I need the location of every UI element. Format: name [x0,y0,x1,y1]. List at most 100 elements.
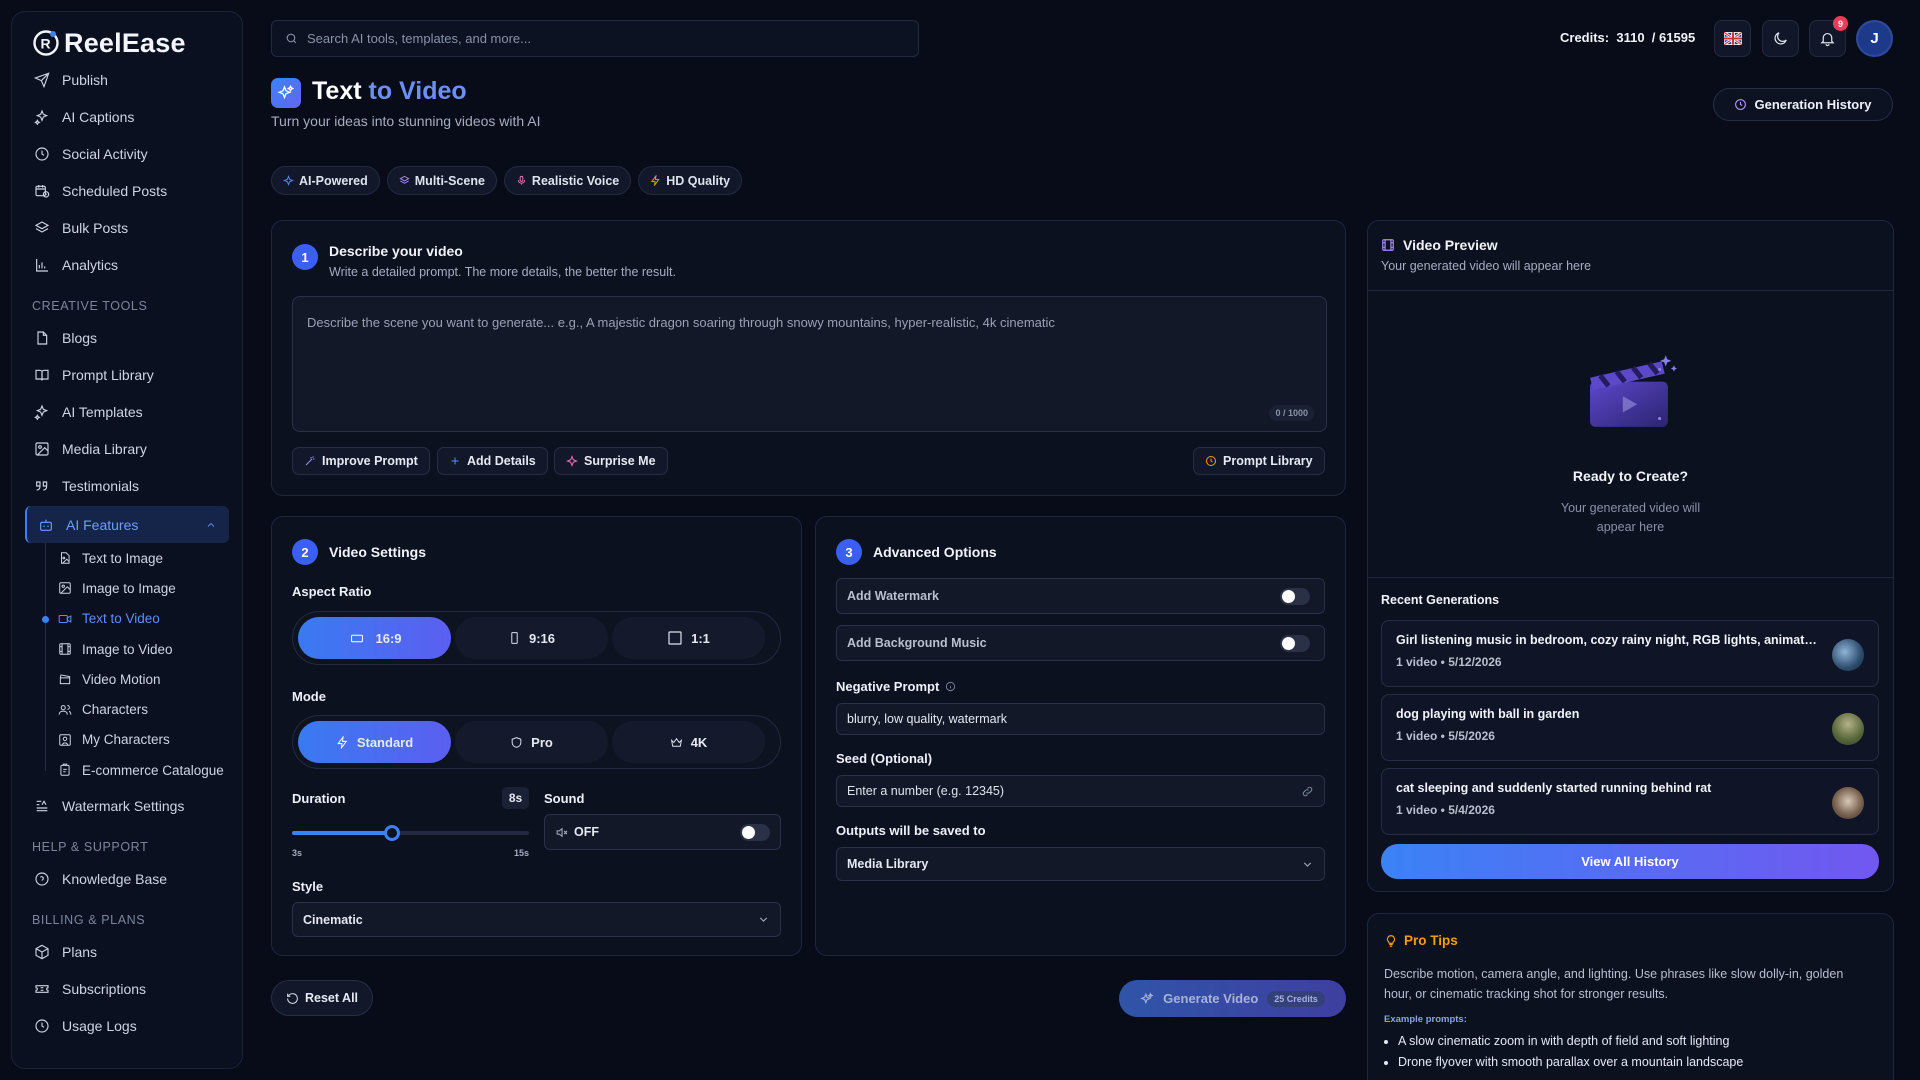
prompt-placeholder: Describe the scene you want to generate.… [307,315,1055,330]
nav-scheduled-posts[interactable]: Scheduled Posts [12,172,242,209]
notifications-button[interactable]: 9 [1809,16,1848,57]
style-select[interactable]: Cinematic [292,902,781,937]
pro-tips-card: Pro Tips Describe motion, camera angle, … [1367,913,1894,1080]
nav-publish[interactable]: Publish [12,61,242,98]
aspect-16-9-option[interactable]: 16:9 [298,617,451,659]
nav-label: Blogs [62,329,98,346]
aspect-1-1-option[interactable]: 1:1 [612,617,765,659]
tag-label: HD Quality [666,173,731,188]
nav-label: Characters [82,702,149,718]
prompt-textarea[interactable]: Describe the scene you want to generate.… [292,296,1327,432]
duration-slider-thumb[interactable] [383,825,400,841]
sound-label: Sound [544,791,585,806]
nav-label: Knowledge Base [62,870,168,887]
nav-image-to-image[interactable]: Image to Image [36,573,242,603]
surprise-me-button[interactable]: Surprise Me [554,447,668,475]
credits-total: / 61595 [1651,30,1696,45]
add-details-button[interactable]: Add Details [437,447,548,475]
nav-ai-captions[interactable]: AI Captions [12,98,242,135]
tag-realistic-voice: Realistic Voice [503,166,632,195]
nav-bulk-posts[interactable]: Bulk Posts [12,209,242,246]
nav-characters[interactable]: Characters [36,694,242,724]
generate-video-button[interactable]: Generate Video 25 Credits [1119,980,1346,1017]
aspect-9-16-option[interactable]: 9:16 [455,617,608,659]
nav-subscriptions[interactable]: Subscriptions [12,970,242,1007]
nav-watermark-settings[interactable]: Watermark Settings [12,787,242,824]
tag-ai-powered: AI-Powered [271,166,380,195]
section-help-support: HELP & SUPPORT [32,840,149,855]
nav-my-characters[interactable]: My Characters [36,725,242,755]
mode-standard-option[interactable]: Standard [298,721,451,763]
outputs-select[interactable]: Media Library [836,847,1325,881]
nav-image-to-video[interactable]: Image to Video [36,634,242,664]
nav-label: My Characters [82,732,170,748]
mode-4k-option[interactable]: 4K [612,721,765,763]
info-icon[interactable] [945,681,956,692]
example-prompt[interactable]: A slow cinematic zoom in with depth of f… [1398,1031,1743,1052]
select-value: Media Library [847,857,929,871]
nav-ai-templates[interactable]: AI Templates [12,393,242,430]
nav-social-activity[interactable]: Social Activity [12,135,242,172]
generation-history-button[interactable]: Generation History [1713,88,1893,121]
background-music-option[interactable]: Add Background Music [836,625,1325,661]
recent-generation-item[interactable]: Girl listening music in bedroom, cozy ra… [1381,620,1879,687]
recent-thumbnail [1832,713,1864,745]
theme-toggle-button[interactable] [1762,20,1799,57]
link-icon[interactable] [1301,785,1314,798]
nav-text-to-image[interactable]: Text to Image [36,543,242,573]
example-prompt[interactable]: Drone flyover with smooth parallax over … [1398,1052,1743,1073]
nav-analytics[interactable]: Analytics [12,246,242,283]
nav-label: Prompt Library [62,366,154,383]
nav-ai-features[interactable]: AI Features [25,506,229,543]
char-count: 0 / 1000 [1269,405,1314,421]
bell-icon [1820,32,1835,47]
sound-toggle[interactable] [740,823,770,841]
nav-prompt-library[interactable]: Prompt Library [12,356,242,393]
brand-logo[interactable]: R ReelEase [12,26,242,60]
negative-prompt-input[interactable]: blurry, low quality, watermark [836,703,1325,735]
file-image-icon [61,552,70,564]
nav-testimonials[interactable]: Testimonials [12,467,242,504]
nav-ecommerce-catalogue[interactable]: E-commerce Catalogue [36,755,242,785]
nav-label: Watermark Settings [62,797,185,814]
plus-icon [451,457,459,465]
watermark-option[interactable]: Add Watermark [836,578,1325,614]
mode-pro-option[interactable]: Pro [455,721,608,763]
tag-multi-scene: Multi-Scene [386,166,497,195]
reset-all-button[interactable]: Reset All [271,980,374,1016]
pro-tips-header: Pro Tips [1384,933,1458,948]
nav-usage-logs[interactable]: Usage Logs [12,1007,242,1044]
nav-text-to-video[interactable]: Text to Video [36,604,242,634]
text-to-video-icon [271,78,301,108]
quote-icon [36,480,48,491]
recent-generation-item[interactable]: dog playing with ball in garden 1 video … [1381,694,1879,761]
nav-plans[interactable]: Plans [12,933,242,970]
nav-label: AI Templates [62,403,143,420]
clock-icon [35,1019,49,1033]
volume-off-icon [556,827,568,837]
clapperboard-icon [59,674,71,685]
nav-label: Video Motion [82,671,161,687]
divider [1368,290,1893,291]
language-button[interactable] [1714,20,1751,57]
recent-generation-item[interactable]: cat sleeping and suddenly started runnin… [1381,768,1879,835]
nav-blogs[interactable]: Blogs [12,319,242,356]
view-all-history-button[interactable]: View All History [1381,844,1879,879]
user-avatar[interactable]: J [1856,20,1893,57]
nav-knowledge-base[interactable]: Knowledge Base [12,860,242,897]
watermark-toggle[interactable] [1280,587,1310,605]
background-music-toggle[interactable] [1280,634,1310,652]
layers-icon [34,220,50,233]
chevron-up-icon [207,522,215,527]
label-text: Negative Prompt [836,679,940,694]
search-input[interactable]: Search AI tools, templates, and more... [271,20,919,57]
nav-label: Bulk Posts [62,219,129,236]
nav-media-library[interactable]: Media Library [12,430,242,467]
prompt-library-button[interactable]: Prompt Library [1193,447,1325,475]
improve-prompt-button[interactable]: Improve Prompt [292,447,430,475]
nav-video-motion[interactable]: Video Motion [36,664,242,694]
duration-slider[interactable] [292,825,529,841]
ai-features-submenu: Text to Image Image to Image Text to Vid… [36,543,242,785]
sound-toggle-field[interactable]: OFF [544,814,781,850]
seed-input[interactable]: Enter a number (e.g. 12345) [836,775,1325,807]
